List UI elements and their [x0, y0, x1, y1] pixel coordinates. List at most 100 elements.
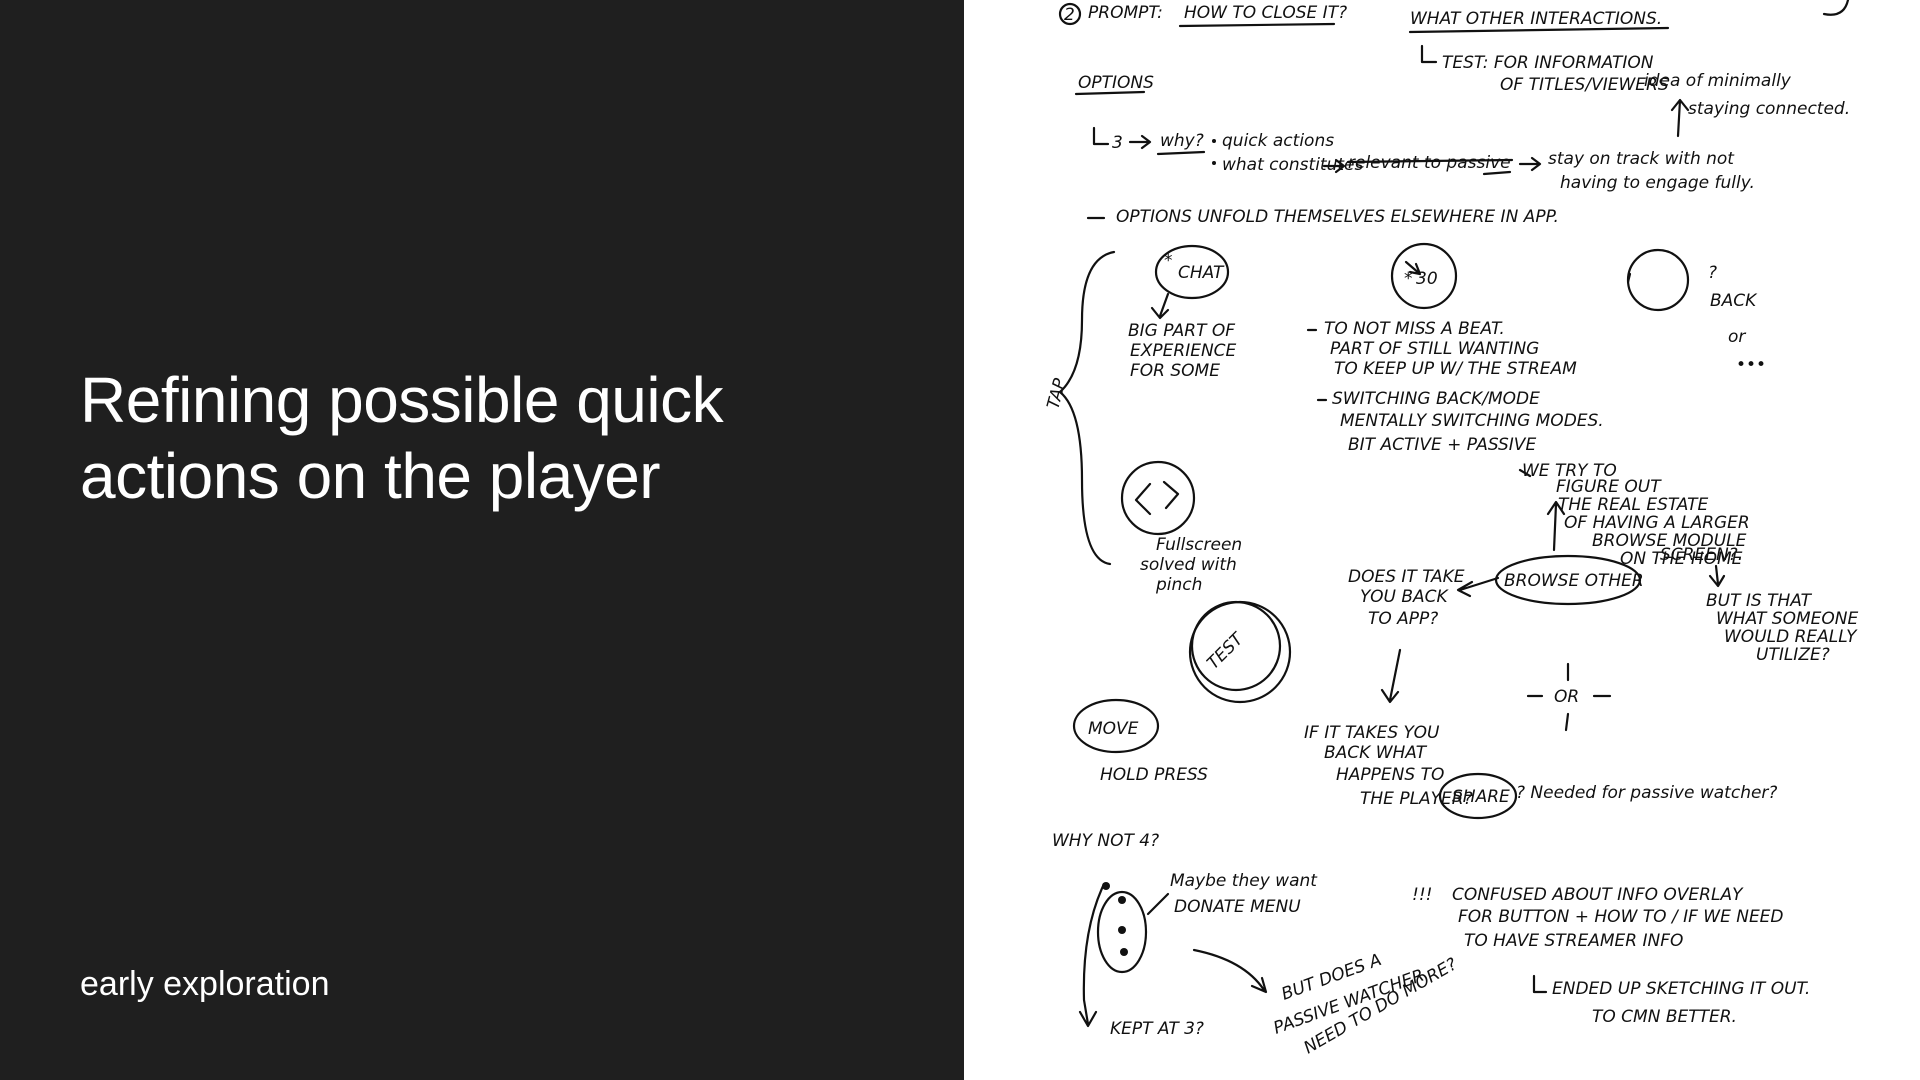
fullscreen-line1: Fullscreen — [1156, 535, 1242, 555]
asterisk: * — [1164, 251, 1173, 271]
take-back-line1: DOES IT TAKE — [1348, 567, 1465, 587]
or-label: or — [1728, 327, 1746, 347]
slide-title: Refining possible quick actions on the p… — [80, 364, 724, 512]
exclaim: !!! — [1412, 885, 1432, 905]
figure-out-line3: THE REAL ESTATE — [1558, 495, 1709, 515]
kebab-dot — [1118, 926, 1126, 934]
struck-text: relevant to passive — [1348, 153, 1511, 173]
ended-line1: ENDED UP SKETCHING IT OUT. — [1552, 979, 1810, 999]
why-number: 3 — [1112, 133, 1123, 153]
ellipsis: ••• — [1736, 355, 1766, 375]
take-back-line2: YOU BACK — [1360, 587, 1449, 607]
prompt-number: 2 — [1064, 5, 1075, 25]
arrow-to-but-does — [1192, 948, 1268, 994]
skip-label: 30 — [1416, 269, 1438, 289]
why-bullet1: quick actions — [1222, 131, 1334, 151]
kebab-dot — [1120, 948, 1128, 956]
test-circle-outer — [1188, 600, 1292, 704]
hand-drawn-sketch: 2 PROMPT: HOW TO CLOSE IT? WHAT OTHER IN… — [1044, 0, 1858, 1058]
chat-note-line2: EXPERIENCE — [1130, 341, 1237, 361]
slide: Refining possible quick actions on the p… — [0, 0, 1920, 1080]
confused-line1: CONFUSED ABOUT INFO OVERLAY — [1452, 885, 1744, 905]
fullscreen-arrow-right — [1162, 480, 1180, 510]
share-note: ? Needed for passive watcher? — [1516, 783, 1777, 803]
take-back-line3: TO APP? — [1368, 609, 1438, 629]
arrow-down-chat — [1150, 292, 1170, 320]
figure-out-line7: SCREEN?. — [1660, 545, 1743, 565]
skip-note-line2: PART OF STILL WANTING — [1330, 339, 1539, 359]
plus-or: OR — [1554, 687, 1579, 707]
asterisk: * — [1404, 269, 1413, 289]
player-line2: BACK WHAT — [1324, 743, 1428, 763]
stay-line1: stay on track with not — [1548, 149, 1735, 169]
why-underline — [1156, 150, 1206, 156]
tap-bracket — [1058, 250, 1116, 566]
idea-line1: idea of minimally — [1644, 71, 1792, 91]
test-note-line1: TEST: FOR INFORMATION — [1442, 53, 1654, 73]
prompt-question: HOW TO CLOSE IT? — [1184, 3, 1347, 23]
test-label: TEST — [1203, 628, 1248, 673]
figure-out-line2: FIGURE OUT — [1556, 477, 1662, 497]
skip-note-line1: TO NOT MISS A BEAT. — [1324, 319, 1505, 339]
kept-at-three: KEPT AT 3? — [1110, 1019, 1204, 1039]
fullscreen-arrow-left — [1134, 482, 1152, 516]
kebab-dot — [1118, 896, 1126, 904]
arrow-down-kept — [1078, 882, 1106, 1028]
donate-line2: DONATE MENU — [1174, 897, 1301, 917]
donate-line1: Maybe they want — [1170, 871, 1318, 891]
prompt-label: PROMPT: — [1088, 3, 1163, 23]
arrow-up-idea — [1670, 98, 1690, 138]
idea-line2: staying connected. — [1688, 99, 1850, 119]
arrow-hook-ended — [1532, 974, 1548, 994]
why-label: why? — [1160, 131, 1204, 151]
fullscreen-line2: solved with — [1140, 555, 1237, 575]
arrow-down-player — [1380, 648, 1402, 704]
prompt-underline — [1178, 22, 1336, 28]
other-interactions: WHAT OTHER INTERACTIONS. — [1410, 9, 1662, 29]
question-mark: ? — [1708, 263, 1717, 283]
arrow-hook-test — [1420, 44, 1438, 64]
arrow-hook-why — [1092, 126, 1110, 146]
slide-subtitle: early exploration — [80, 965, 330, 1003]
bullet-dot — [1212, 139, 1216, 143]
skip-note-line3: TO KEEP UP W/ THE STREAM — [1334, 359, 1577, 379]
player-line3: HAPPENS TO — [1336, 765, 1444, 785]
fullscreen-line3: pinch — [1155, 575, 1202, 595]
pointer-line — [1146, 892, 1170, 916]
back-label: BACK — [1710, 291, 1758, 311]
sketch-panel: 2 PROMPT: HOW TO CLOSE IT? WHAT OTHER IN… — [964, 0, 1920, 1080]
confused-line3: TO HAVE STREAMER INFO — [1464, 931, 1683, 951]
tap-label: TAP — [1044, 376, 1071, 412]
player-line1: IF IT TAKES YOU — [1304, 723, 1440, 743]
hold-press: HOLD PRESS — [1100, 765, 1208, 785]
corner-mark — [1822, 0, 1850, 16]
back-circle — [1626, 248, 1690, 312]
arrow-right-stay — [1518, 156, 1542, 172]
arrow-up-browse — [1546, 500, 1566, 552]
utilize-line4: UTILIZE? — [1756, 645, 1830, 665]
share-label: SHARE — [1452, 787, 1510, 807]
chat-note-line1: BIG PART OF — [1128, 321, 1235, 341]
utilize-line3: WOULD REALLY — [1724, 627, 1858, 647]
dot — [1102, 882, 1110, 890]
options-heading: OPTIONS — [1078, 73, 1154, 93]
bullet-dot — [1212, 161, 1216, 165]
arrow-right-why — [1128, 134, 1152, 150]
stay-line2: having to engage fully. — [1560, 173, 1755, 193]
utilize-line2: WHAT SOMEONE — [1716, 609, 1858, 629]
utilize-line1: BUT IS THAT — [1706, 591, 1813, 611]
switch-note-line2: MENTALLY SWITCHING MODES. — [1340, 411, 1604, 431]
chat-label: CHAT — [1178, 263, 1225, 283]
switch-note-line1: SWITCHING BACK/MODE — [1332, 389, 1540, 409]
fullscreen-circle — [1120, 460, 1196, 536]
arrow-down-utilize — [1708, 564, 1726, 588]
figure-out-line4: OF HAVING A LARGER — [1564, 513, 1750, 533]
chat-note-line3: FOR SOME — [1130, 361, 1220, 381]
browse-other: BROWSE OTHER — [1504, 571, 1644, 591]
confused-line2: FOR BUTTON + HOW TO / IF WE NEED — [1458, 907, 1784, 927]
options-unfold: OPTIONS UNFOLD THEMSELVES ELSEWHERE IN A… — [1116, 207, 1559, 227]
title-panel: Refining possible quick actions on the p… — [0, 0, 964, 1080]
move-label: MOVE — [1088, 719, 1139, 739]
why-not-four: WHY NOT 4? — [1052, 831, 1159, 851]
switch-note-line3: BIT ACTIVE + PASSIVE — [1348, 435, 1536, 455]
